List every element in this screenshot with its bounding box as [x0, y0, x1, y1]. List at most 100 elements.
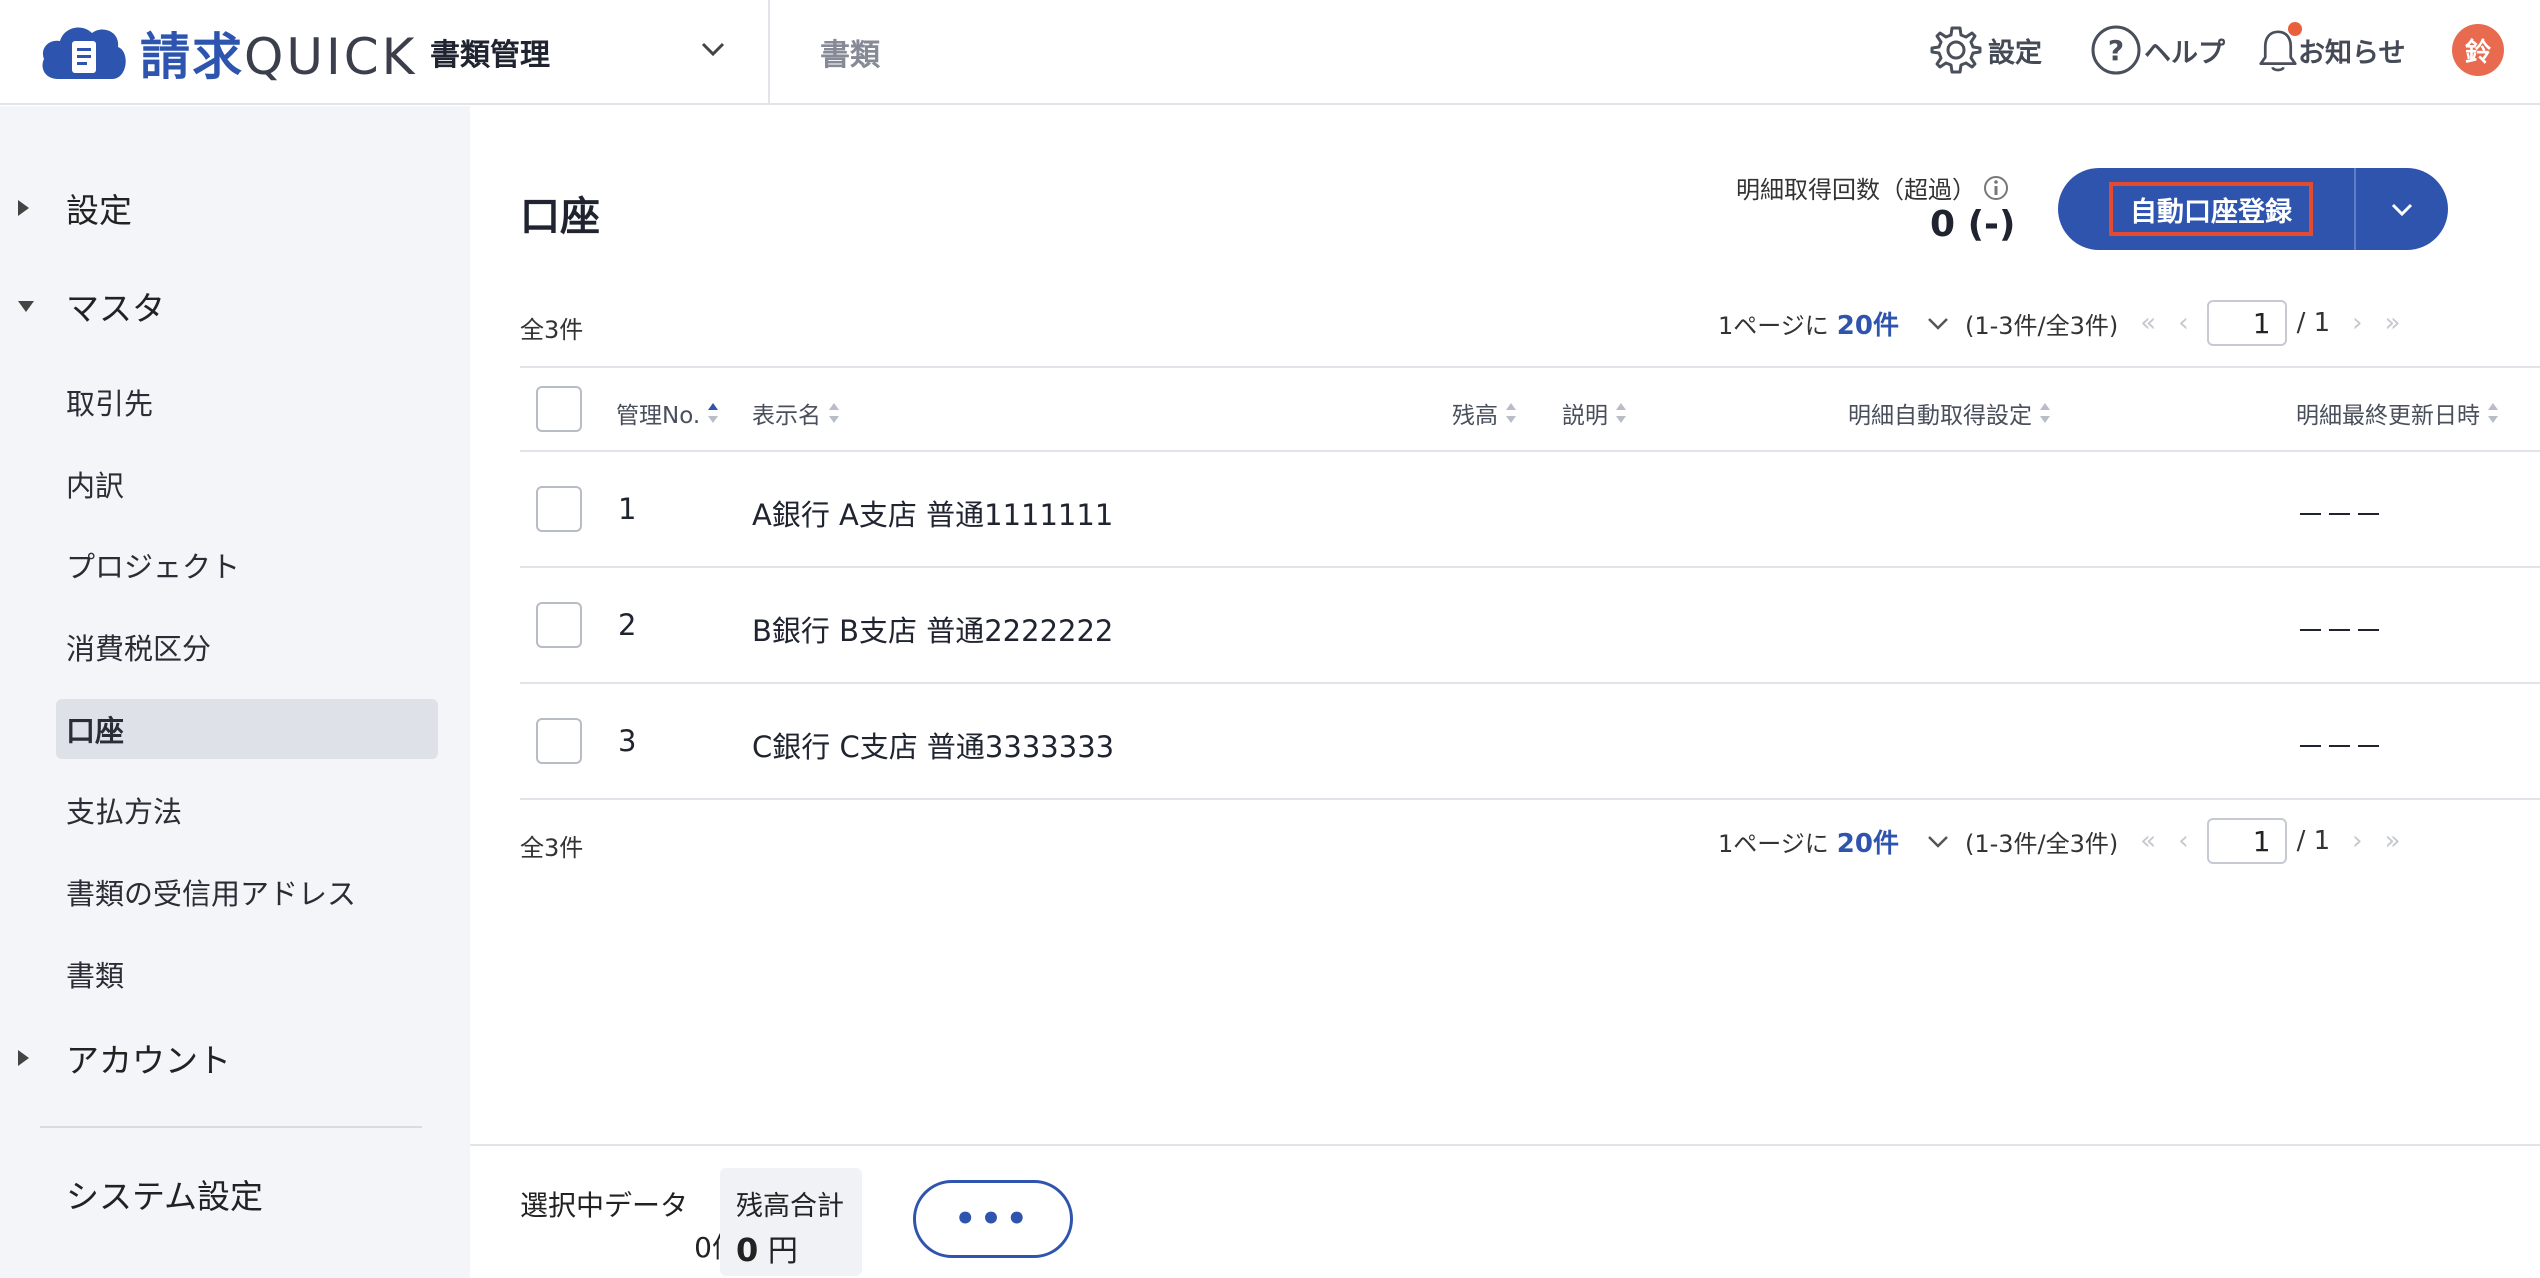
- sidebar-group-label: システム設定: [66, 1177, 264, 1216]
- prev-page-button[interactable]: ‹: [2178, 826, 2188, 856]
- cell-name[interactable]: C銀行 C支店 普通3333333: [752, 724, 1114, 766]
- sort-icon[interactable]: [2488, 401, 2498, 425]
- sidebar-divider: [40, 1126, 422, 1128]
- settings-label: 設定: [1988, 37, 2042, 69]
- column-header-auto-fetch[interactable]: 明細自動取得設定: [1848, 396, 2050, 430]
- notification-dot: [2288, 22, 2302, 36]
- info-icon[interactable]: [1982, 174, 2010, 202]
- cloud-doc-icon: [42, 27, 126, 79]
- first-page-button[interactable]: «: [2140, 826, 2156, 856]
- table-row[interactable]: 2 B銀行 B支店 普通2222222 －－－: [520, 568, 2540, 684]
- column-header-last-updated[interactable]: 明細最終更新日時: [2296, 396, 2498, 430]
- table-row[interactable]: 1 A銀行 A支店 普通1111111 －－－: [520, 452, 2540, 568]
- last-page-button[interactable]: »: [2385, 826, 2401, 856]
- chevron-down-icon: [701, 42, 725, 57]
- sidebar-item-documents[interactable]: 書類: [56, 944, 438, 1004]
- last-page-button[interactable]: »: [2385, 308, 2401, 338]
- sidebar-item-tax-category[interactable]: 消費税区分: [56, 617, 438, 677]
- cell-name[interactable]: A銀行 A支店 普通1111111: [752, 492, 1113, 534]
- tab-documents[interactable]: 書類: [820, 30, 880, 74]
- selected-data-label: 選択中データ: [520, 1189, 689, 1222]
- table-header: 管理No. 表示名 残高 説明 明細自動取得設定 明細最終更新日時: [520, 366, 2540, 452]
- sidebar-item-breakdown[interactable]: 内訳: [56, 454, 438, 514]
- cell-name[interactable]: B銀行 B支店 普通2222222: [752, 608, 1113, 650]
- column-label: 説明: [1562, 403, 1608, 429]
- sort-icon[interactable]: [1506, 401, 1516, 425]
- page-number-input[interactable]: [2206, 300, 2287, 346]
- gear-icon: [1930, 26, 1982, 74]
- chevron-down-icon[interactable]: [1925, 828, 1951, 854]
- module-selector[interactable]: 書類管理: [430, 0, 770, 104]
- sidebar-item-payment-methods[interactable]: 支払方法: [56, 780, 438, 840]
- register-options-dropdown[interactable]: [2356, 168, 2448, 250]
- sidebar-item-projects[interactable]: プロジェクト: [56, 535, 438, 595]
- sort-icon[interactable]: [1616, 401, 1626, 425]
- notifications-link[interactable]: お知らせ: [2258, 22, 2405, 78]
- help-label: ヘルプ: [2144, 37, 2225, 69]
- sort-icon[interactable]: [829, 401, 839, 425]
- column-header-balance[interactable]: 残高: [1452, 396, 1516, 430]
- chevron-down-icon[interactable]: [1925, 310, 1951, 336]
- sidebar-group-label: アカウント: [66, 1041, 231, 1080]
- balance-total-value: 0 円: [736, 1226, 798, 1270]
- sidebar-group-settings[interactable]: 設定: [0, 178, 470, 238]
- auto-account-register-split-button: 自動口座登録: [2058, 168, 2448, 250]
- main-content: 口座 明細取得回数（超過） 0 (-) 自動口座登録 全3件 1ページに 20件…: [470, 106, 2540, 1144]
- cell-no: 3: [618, 724, 637, 758]
- range-text: (1-3件/全3件): [1964, 311, 2119, 340]
- range-text: (1-3件/全3件): [1964, 829, 2119, 858]
- per-page-prefix: 1ページに: [1718, 311, 1829, 340]
- notifications-label: お知らせ: [2298, 37, 2406, 69]
- page-title: 口座: [520, 194, 600, 240]
- next-page-button[interactable]: ›: [2352, 308, 2362, 338]
- sidebar-item-receive-address[interactable]: 書類の受信用アドレス: [56, 862, 438, 922]
- sort-icon[interactable]: [2040, 401, 2050, 425]
- row-checkbox[interactable]: [536, 486, 582, 532]
- prev-page-button[interactable]: ‹: [2178, 308, 2188, 338]
- sidebar-item-accounts[interactable]: 口座: [56, 699, 438, 759]
- row-checkbox[interactable]: [536, 718, 582, 764]
- logo-text: 請求QUICK: [140, 28, 418, 86]
- sidebar-group-label: 設定: [66, 191, 132, 230]
- column-label: 表示名: [752, 403, 821, 429]
- balance-total-box: 残高合計 0 円: [720, 1168, 862, 1276]
- auto-account-register-button[interactable]: 自動口座登録: [2058, 168, 2354, 250]
- table-row[interactable]: 3 C銀行 C支店 普通3333333 －－－: [520, 684, 2540, 800]
- total-count: 全3件: [520, 834, 584, 862]
- cell-last-updated: －－－: [2296, 730, 2384, 764]
- sidebar-group-account[interactable]: アカウント: [0, 1028, 470, 1088]
- module-selector-label: 書類管理: [430, 38, 550, 73]
- first-page-button[interactable]: «: [2140, 308, 2156, 338]
- sidebar-item-clients[interactable]: 取引先: [56, 372, 438, 432]
- app-header: 請求QUICK 書類管理 書類 設定 ? ヘルプ お知らせ 鈴: [0, 0, 2540, 105]
- per-page-prefix: 1ページに: [1718, 829, 1829, 858]
- next-page-button[interactable]: ›: [2352, 826, 2362, 856]
- sidebar-system-settings[interactable]: システム設定: [0, 1164, 470, 1224]
- per-page-value[interactable]: 20件: [1837, 305, 1899, 342]
- settings-link[interactable]: 設定: [1930, 22, 2042, 78]
- selection-footer: 選択中データ 0件 残高合計 0 円 •••: [470, 1144, 2540, 1278]
- column-label: 明細最終更新日時: [2296, 403, 2480, 429]
- select-all-checkbox[interactable]: [536, 386, 582, 432]
- page-number-input[interactable]: [2206, 818, 2287, 864]
- column-header-name[interactable]: 表示名: [752, 396, 839, 430]
- cell-last-updated: －－－: [2296, 614, 2384, 648]
- sidebar-group-master[interactable]: マスタ: [0, 276, 470, 336]
- quota-value: 0 (-): [1930, 204, 2016, 245]
- pagination-top: 1ページに 20件 (1-3件/全3件) « ‹ / 1 › »: [1718, 300, 2401, 346]
- column-header-no[interactable]: 管理No.: [616, 396, 719, 430]
- caret-right-icon: [18, 1050, 29, 1066]
- app-logo[interactable]: 請求QUICK: [38, 18, 417, 88]
- help-link[interactable]: ? ヘルプ: [2090, 22, 2225, 78]
- row-checkbox[interactable]: [536, 602, 582, 648]
- per-page-value[interactable]: 20件: [1837, 823, 1899, 860]
- total-pages: / 1: [2296, 826, 2331, 856]
- sidebar-group-label: マスタ: [66, 289, 165, 328]
- cell-no: 2: [618, 608, 637, 642]
- balance-total-unit: 円: [767, 1234, 798, 1269]
- column-header-description[interactable]: 説明: [1562, 396, 1626, 430]
- user-avatar[interactable]: 鈴: [2452, 24, 2504, 76]
- sort-icon[interactable]: [708, 401, 719, 425]
- more-actions-button[interactable]: •••: [913, 1180, 1073, 1258]
- sidebar: 設定 マスタ 取引先 内訳 プロジェクト 消費税区分 口座 支払方法 書類の受信…: [0, 106, 470, 1278]
